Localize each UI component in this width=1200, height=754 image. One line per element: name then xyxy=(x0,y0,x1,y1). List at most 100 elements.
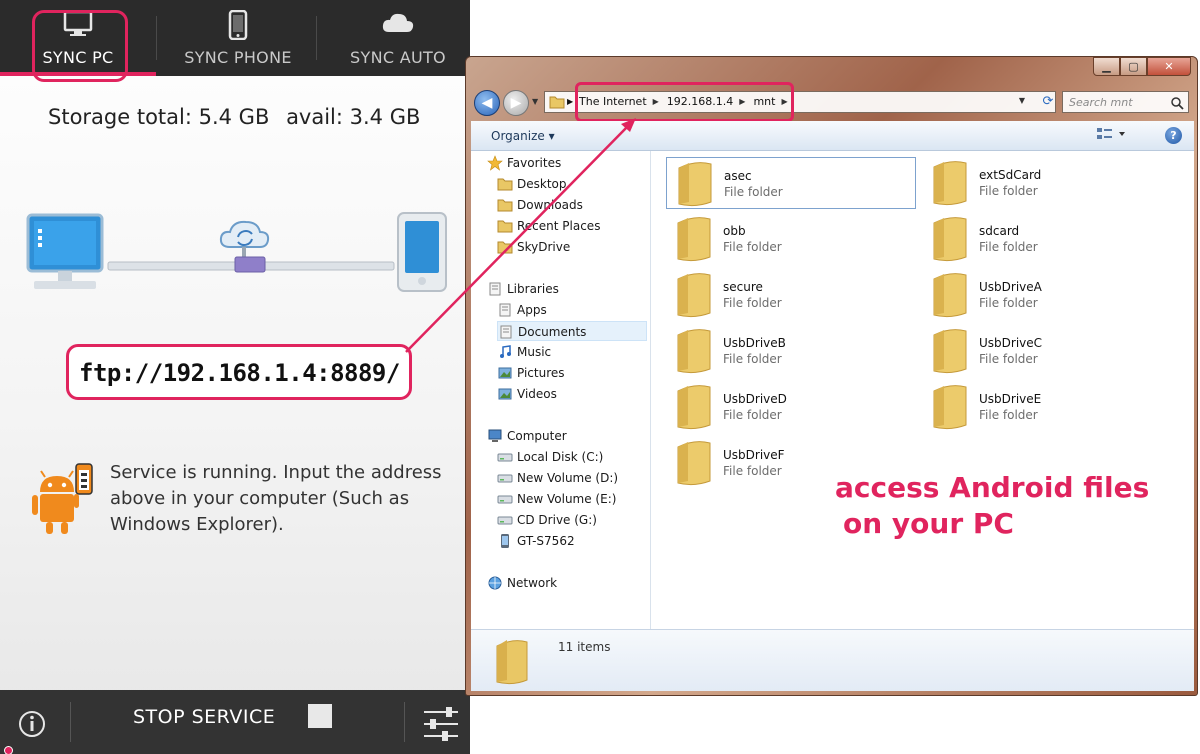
folder-type: File folder xyxy=(724,185,783,199)
nav-item[interactable]: Pictures xyxy=(497,363,647,383)
refresh-icon[interactable]: ⟳ xyxy=(1038,93,1058,111)
downloads-icon xyxy=(497,197,513,213)
nav-item[interactable]: SkyDrive xyxy=(497,237,647,257)
tab-sync-phone[interactable]: SYNC PHONE xyxy=(160,0,316,76)
nav-item[interactable]: Music xyxy=(497,342,647,362)
sliders-icon[interactable] xyxy=(422,706,460,742)
nav-item[interactable]: Downloads xyxy=(497,195,647,215)
forward-button[interactable]: ▶ xyxy=(503,90,529,116)
nav-item[interactable]: Recent Places xyxy=(497,216,647,236)
nav-item-label: Downloads xyxy=(517,198,583,212)
sync-diagram xyxy=(22,205,452,305)
cloud-icon xyxy=(381,10,415,40)
organize-button[interactable]: Organize ▾ xyxy=(491,129,555,143)
nav-item[interactable]: New Volume (E:) xyxy=(497,489,647,509)
nav-item[interactable]: Videos xyxy=(497,384,647,404)
folder-type: File folder xyxy=(979,240,1038,254)
breadcrumb-arrow[interactable]: ▶ xyxy=(781,97,787,106)
address-bar[interactable]: ▶ The Internet ▶ 192.168.1.4 ▶ mnt ▶ ▼ xyxy=(544,91,1056,113)
view-icon[interactable] xyxy=(1096,127,1126,144)
nav-item[interactable]: Favorites xyxy=(487,153,647,173)
address-dropdown[interactable]: ▼ xyxy=(1019,96,1025,105)
nav-item[interactable]: Documents xyxy=(497,321,647,341)
folder-name: UsbDriveE xyxy=(979,392,1042,406)
window-caption-buttons: ▁ ▢ ✕ xyxy=(1093,57,1191,77)
stop-service-label: STOP SERVICE xyxy=(133,706,276,728)
nav-item-label: Local Disk (C:) xyxy=(517,450,604,464)
folder-icon xyxy=(674,383,714,435)
folder-name: extSdCard xyxy=(979,168,1042,182)
folder-item[interactable]: UsbDriveE File folder xyxy=(922,381,1172,433)
folder-item[interactable]: extSdCard File folder xyxy=(922,157,1172,209)
search-placeholder: Search mnt xyxy=(1069,96,1133,109)
folder-name: asec xyxy=(724,169,752,183)
nav-item-label: Recent Places xyxy=(517,219,601,233)
breadcrumb-internet[interactable]: The Internet xyxy=(579,95,647,108)
nav-item-label: Computer xyxy=(507,429,567,443)
nav-item-label: CD Drive (G:) xyxy=(517,513,597,527)
folder-name: sdcard xyxy=(979,224,1020,238)
nav-item-label: Apps xyxy=(517,303,547,317)
tab-sync-pc[interactable]: SYNC PC xyxy=(0,0,156,76)
stop-service-button[interactable]: STOP SERVICE xyxy=(100,690,360,754)
search-input[interactable]: Search mnt xyxy=(1062,91,1189,113)
nav-item[interactable]: CD Drive (G:) xyxy=(497,510,647,530)
folder-item[interactable]: UsbDriveB File folder xyxy=(666,325,916,377)
breadcrumb-arrow[interactable]: ▶ xyxy=(653,97,659,106)
breadcrumb-mnt[interactable]: mnt xyxy=(753,95,775,108)
folder-item[interactable]: secure File folder xyxy=(666,269,916,321)
nav-item[interactable]: Computer xyxy=(487,426,647,446)
folder-item[interactable]: UsbDriveA File folder xyxy=(922,269,1172,321)
info-icon[interactable] xyxy=(18,710,46,738)
android-app-panel: SYNC PC SYNC PHONE SYNC AUTO Storage tot… xyxy=(0,0,470,754)
nav-item[interactable]: Network xyxy=(487,573,647,593)
help-icon[interactable]: ? xyxy=(1165,127,1182,144)
close-button[interactable]: ✕ xyxy=(1147,57,1191,76)
navigation-row: ◀ ▶ ▼ ▶ The Internet ▶ 192.168.1.4 ▶ mnt… xyxy=(466,87,1197,119)
desktop-icon xyxy=(497,176,513,192)
breadcrumb-root-arrow[interactable]: ▶ xyxy=(567,97,573,106)
folder-name: UsbDriveB xyxy=(723,336,786,350)
recent-pages-dropdown[interactable]: ▼ xyxy=(532,97,538,106)
nav-item-label: Music xyxy=(517,345,552,359)
nav-item[interactable]: New Volume (D:) xyxy=(497,468,647,488)
nav-item[interactable]: Libraries xyxy=(487,279,647,299)
folder-icon xyxy=(930,271,970,323)
service-status-message: Service is running. Input the address ab… xyxy=(110,462,442,535)
ftp-address-box: ftp://192.168.1.4:8889/ xyxy=(66,344,412,400)
folder-item[interactable]: UsbDriveD File folder xyxy=(666,381,916,433)
star-icon xyxy=(487,155,503,171)
breadcrumb-ip[interactable]: 192.168.1.4 xyxy=(667,95,733,108)
folder-icon xyxy=(930,327,970,379)
folder-name: secure xyxy=(723,280,763,294)
phone-icon xyxy=(228,9,248,44)
nav-item-label: New Volume (D:) xyxy=(517,471,619,485)
folder-name: UsbDriveA xyxy=(979,280,1042,294)
nav-item[interactable]: GT-S7562 xyxy=(497,531,647,551)
folder-item[interactable]: asec File folder xyxy=(666,157,916,209)
annotation-line-2: on your PC xyxy=(843,507,1014,540)
folder-item[interactable]: obb File folder xyxy=(666,213,916,265)
nav-item[interactable]: Local Disk (C:) xyxy=(497,447,647,467)
maximize-button[interactable]: ▢ xyxy=(1120,57,1147,76)
tab-sync-auto[interactable]: SYNC AUTO xyxy=(320,0,470,76)
folder-large-icon xyxy=(493,636,533,690)
breadcrumb-arrow[interactable]: ▶ xyxy=(739,97,745,106)
back-button[interactable]: ◀ xyxy=(474,90,500,116)
explorer-window: ▁ ▢ ✕ ◀ ▶ ▼ ▶ The Internet ▶ 192.168.1.4… xyxy=(465,56,1198,696)
storage-avail: avail: 3.4 GB xyxy=(286,105,421,129)
minimize-button[interactable]: ▁ xyxy=(1093,57,1120,76)
folder-icon xyxy=(549,95,565,112)
nav-item[interactable]: Apps xyxy=(497,300,647,320)
device-icon xyxy=(497,533,513,549)
bottom-action-bar: STOP SERVICE xyxy=(0,690,470,754)
bottom-divider xyxy=(70,702,71,742)
annotation-caption: access Android files on your PC xyxy=(835,470,1165,542)
folder-item[interactable]: sdcard File folder xyxy=(922,213,1172,265)
computer-icon xyxy=(487,428,503,444)
active-tab-indicator xyxy=(0,72,156,76)
folder-item[interactable]: UsbDriveC File folder xyxy=(922,325,1172,377)
nav-item-label: Videos xyxy=(517,387,557,401)
search-icon[interactable] xyxy=(1170,95,1184,114)
nav-item[interactable]: Desktop xyxy=(497,174,647,194)
